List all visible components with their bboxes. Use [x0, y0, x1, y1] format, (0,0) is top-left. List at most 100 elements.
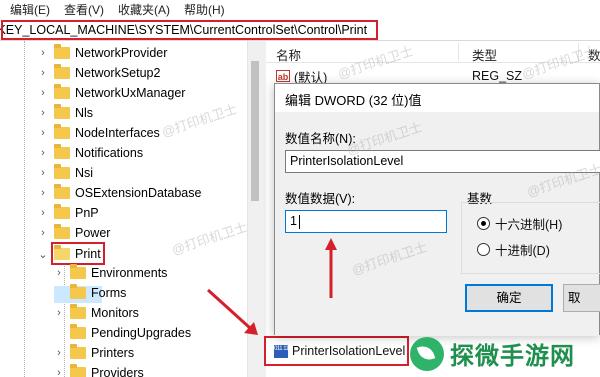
folder-icon	[54, 184, 70, 199]
site-logo: 探微手游网	[410, 330, 600, 377]
value-name-label: 数值名称(N):	[285, 132, 356, 146]
dialog-titlebar[interactable]: 编辑 DWORD (32 位)值	[275, 84, 599, 112]
radio-hex-label: 十六进制(H)	[495, 218, 563, 232]
tree-guide-line	[24, 41, 25, 377]
leaf-logo-icon	[410, 336, 444, 371]
radio-unselected-icon[interactable]	[477, 243, 490, 256]
tree-item[interactable]: Forms	[52, 283, 126, 303]
tree-item[interactable]: › Monitors	[52, 303, 139, 323]
chevron-right-icon[interactable]: ›	[36, 67, 50, 79]
chevron-right-icon[interactable]: ›	[36, 87, 50, 99]
folder-icon	[54, 124, 70, 139]
tree-item-label: Providers	[91, 366, 144, 377]
chevron-right-icon[interactable]: ›	[36, 167, 50, 179]
value-name-field[interactable]: PrinterIsolationLevel	[285, 150, 600, 173]
menu-help[interactable]: 帮助(H)	[184, 1, 225, 18]
tree-item[interactable]: › Nsi	[36, 163, 93, 183]
column-type[interactable]: 类型	[472, 45, 497, 64]
radio-decimal[interactable]: 十进制(D)	[477, 240, 550, 259]
tree-item[interactable]: › NetworkProvider	[36, 43, 167, 63]
folder-icon	[54, 104, 70, 119]
tree-item-label: Forms	[91, 286, 127, 300]
value-highlight-box	[264, 336, 409, 366]
logo-text: 探微手游网	[450, 342, 575, 370]
chevron-right-icon[interactable]: ›	[52, 347, 66, 359]
tree-item[interactable]: › NodeInterfaces	[36, 123, 160, 143]
tree-item-label: Nsi	[75, 166, 94, 180]
column-name[interactable]: 名称	[276, 45, 301, 64]
ok-button[interactable]: 确定	[465, 284, 553, 312]
tree-item-label: Notifications	[75, 146, 144, 160]
tree-item-label: NodeInterfaces	[75, 126, 160, 140]
text-caret	[298, 214, 300, 229]
folder-icon	[70, 304, 86, 319]
folder-icon	[54, 84, 70, 99]
chevron-right-icon[interactable]: ›	[36, 47, 50, 59]
tree-item-label: Monitors	[91, 306, 139, 320]
list-header: 名称 类型 数	[266, 41, 600, 63]
base-groupbox	[461, 202, 600, 274]
column-divider[interactable]	[458, 43, 459, 61]
chevron-right-icon[interactable]: ›	[36, 127, 50, 139]
tree-item-label: NetworkProvider	[75, 46, 168, 60]
folder-icon	[70, 284, 86, 299]
tree-item-label: Environments	[91, 266, 168, 280]
tree-item-label: Power	[75, 226, 111, 240]
column-data[interactable]: 数	[588, 45, 600, 64]
menu-view[interactable]: 查看(V)	[64, 1, 104, 18]
folder-icon	[54, 44, 70, 59]
value-data-label: 数值数据(V):	[285, 192, 356, 206]
tree-item[interactable]: › NetworkSetup2	[36, 63, 160, 83]
folder-icon	[70, 324, 86, 339]
menu-edit[interactable]: 编辑(E)	[10, 1, 50, 18]
chevron-right-icon[interactable]: ›	[36, 207, 50, 219]
tree-item-label: PnP	[75, 206, 99, 220]
tree-item[interactable]: › Printers	[52, 343, 134, 363]
folder-icon	[54, 64, 70, 79]
tree-item[interactable]: › OSExtensionDatabase	[36, 183, 201, 203]
chevron-right-icon[interactable]: ›	[52, 367, 66, 377]
chevron-right-icon[interactable]: ›	[36, 107, 50, 119]
chevron-right-icon[interactable]: ›	[52, 307, 66, 319]
menu-bar: 编辑(E) 查看(V) 收藏夹(A) 帮助(H)	[0, 0, 600, 19]
row-type: REG_SZ	[472, 69, 523, 83]
column-divider[interactable]	[578, 43, 579, 61]
chevron-down-icon[interactable]: ⌄	[36, 248, 50, 261]
tree-item[interactable]: PendingUpgrades	[52, 323, 191, 343]
folder-icon	[70, 344, 86, 359]
scrollbar-thumb[interactable]	[251, 61, 259, 201]
tree-item-label: Print	[75, 247, 101, 261]
chevron-right-icon[interactable]: ›	[52, 267, 66, 279]
edit-dword-dialog: 编辑 DWORD (32 位)值 数值名称(N): PrinterIsolati…	[274, 83, 600, 336]
tree-item-label: Nls	[75, 106, 94, 120]
tree-item[interactable]: › Environments	[52, 263, 167, 283]
cancel-button[interactable]: 取	[563, 284, 600, 312]
tree-item-label: NetworkSetup2	[75, 66, 161, 80]
tree-item[interactable]: › PnP	[36, 203, 99, 223]
tree-scrollbar[interactable]	[247, 41, 262, 377]
folder-icon	[54, 204, 70, 219]
value-data-field[interactable]: 1	[285, 210, 447, 233]
chevron-right-icon[interactable]: ›	[36, 147, 50, 159]
folder-icon	[70, 364, 86, 377]
chevron-right-icon[interactable]: ›	[36, 187, 50, 199]
address-bar[interactable]: \KEY_LOCAL_MACHINE\SYSTEM\CurrentControl…	[0, 19, 600, 41]
radio-selected-icon[interactable]	[477, 217, 490, 230]
radio-hexadecimal[interactable]: 十六进制(H)	[477, 214, 562, 233]
dialog-body: 数值名称(N): PrinterIsolationLevel 数值数据(V): …	[275, 112, 600, 336]
menu-favorites[interactable]: 收藏夹(A)	[118, 1, 170, 18]
tree-item[interactable]: › Nls	[36, 103, 93, 123]
folder-icon	[54, 224, 70, 239]
chevron-right-icon[interactable]: ›	[36, 227, 50, 239]
tree-item-label: NetworkUxManager	[75, 86, 186, 100]
tree-item[interactable]: › Power	[36, 223, 110, 243]
folder-icon	[70, 264, 86, 279]
folder-icon	[54, 144, 70, 159]
value-data-text: 1	[290, 214, 297, 228]
registry-tree: › NetworkProvider › NetworkSetup2 › Netw…	[0, 41, 262, 377]
address-highlight-box	[1, 20, 378, 40]
tree-item[interactable]: › NetworkUxManager	[36, 83, 185, 103]
tree-item-print[interactable]: ⌄ Print	[36, 244, 101, 264]
tree-item[interactable]: › Notifications	[36, 143, 143, 163]
tree-item[interactable]: › Providers	[52, 363, 144, 377]
